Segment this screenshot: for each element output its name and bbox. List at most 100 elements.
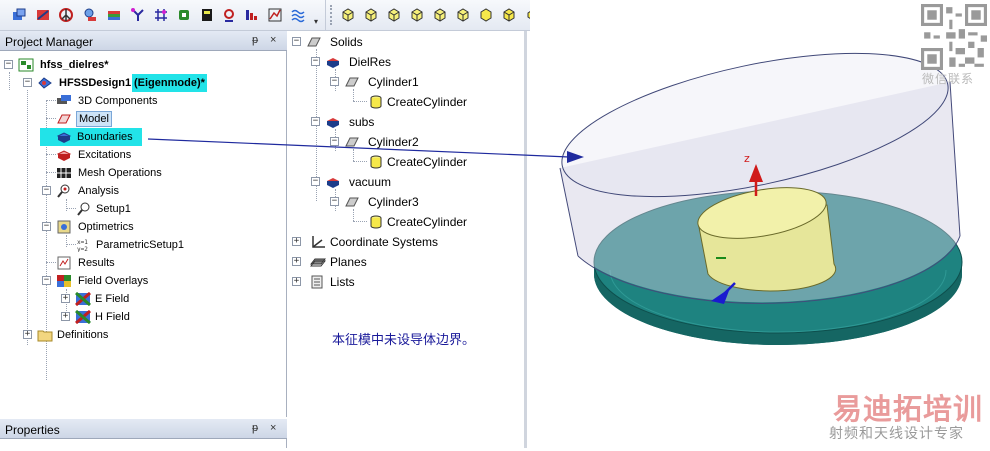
wechat-label: 微信联系 [922,72,975,86]
chart-icon[interactable] [267,7,283,23]
draw-box-icon[interactable] [11,7,27,23]
solid-object-icon [344,75,360,89]
view-cube-6-icon[interactable] [455,7,471,23]
peace-icon[interactable] [58,7,74,23]
flag-icon[interactable] [106,7,122,23]
h-field-label: H Field [95,311,130,323]
folder-icon [37,328,53,342]
vacuum-label: vacuum [349,175,392,189]
toolbar-grip[interactable] [330,5,333,25]
model-tree-panel: − Solids − DielRes − Cylinder1 CreateCyl… [288,31,527,448]
view-cube-5-icon[interactable] [432,7,448,23]
collapse-icon[interactable]: − [330,197,339,206]
expand-icon[interactable]: + [292,257,301,266]
optimetrics-icon [56,220,72,234]
solids-icon [306,35,322,49]
view-cube-7-icon[interactable] [478,7,494,23]
view-cube-2-icon[interactable] [363,7,379,23]
view-cube-8-icon[interactable] [501,7,517,23]
hfss-icon[interactable] [244,7,260,23]
project-icon [18,58,34,72]
expand-icon[interactable]: + [292,277,301,286]
setup-label: Setup1 [96,203,131,215]
analysis-label: Analysis [78,185,119,197]
components-icon [56,94,72,108]
properties-panel [0,439,287,448]
pin-icon[interactable]: ᵽ [252,34,258,46]
results-label: Results [78,257,115,269]
properties-title-bar: Properties ᵽ × [0,419,287,439]
cylinder-icon [368,95,384,109]
pin-icon[interactable]: ᵽ [252,422,258,434]
collapse-icon[interactable]: − [330,77,339,86]
collapse-icon[interactable]: − [4,60,13,69]
expand-icon[interactable]: + [292,237,301,246]
solids-label: Solids [330,35,363,49]
axis-z-label: z [744,152,750,165]
zoom-icon[interactable] [82,7,98,23]
field-icon[interactable] [290,7,306,23]
watermark-logo: 易迪拓培训 [833,392,984,426]
parametric-label: ParametricSetup1 [96,239,185,251]
calc-icon[interactable] [199,7,215,23]
collapse-icon[interactable]: − [42,222,51,231]
design-mode-label: (Eigenmode)* [132,74,207,92]
planes-label: Planes [330,255,367,269]
create-cylinder-label: CreateCylinder [387,155,468,169]
coordinate-systems-label: Coordinate Systems [330,235,439,249]
model-label: Model [76,111,112,127]
boundaries-icon [56,130,72,144]
collapse-icon[interactable]: − [42,276,51,285]
project-manager-title-bar: Project Manager ᵽ × [0,31,287,51]
expand-icon[interactable]: + [61,294,70,303]
close-icon[interactable]: × [270,34,276,46]
collapse-icon[interactable]: − [330,137,339,146]
expand-icon[interactable]: + [23,330,32,339]
results-icon [56,256,72,270]
collapse-icon[interactable]: − [311,177,320,186]
cylinder2-label: Cylinder2 [368,135,419,149]
close-icon[interactable]: × [270,422,276,434]
project-manager-title: Project Manager [5,35,94,49]
boundaries-label: Boundaries [77,131,133,143]
tree-boundaries[interactable]: Boundaries [40,128,142,146]
toolbar-overflow-icon[interactable]: ▾ [314,17,318,26]
cylinder3-label: Cylinder3 [368,195,419,209]
view-cube-1-icon[interactable] [340,7,356,23]
lists-label: Lists [330,275,355,289]
view-cube-4-icon[interactable] [409,7,425,23]
draw-line-icon[interactable] [35,7,51,23]
create-cylinder-label: CreateCylinder [387,215,468,229]
material-group-icon [325,175,341,189]
solid-object-icon [344,195,360,209]
h-field-icon [75,310,91,324]
setup-icon [76,202,92,216]
cylinder-icon [368,215,384,229]
model-icon [56,112,72,126]
field-overlays-label: Field Overlays [78,275,149,287]
collapse-icon[interactable]: − [42,186,51,195]
excitations-label: Excitations [78,149,132,161]
collapse-icon[interactable]: − [292,37,301,46]
node-icon[interactable] [176,7,192,23]
toolbar-left: ▾ [0,0,325,31]
collapse-icon[interactable]: − [311,117,320,126]
collapse-icon[interactable]: − [23,78,32,87]
design-name: HFSSDesign1 [59,77,132,89]
annotation-note: 本征模中未设导体边界。 [332,333,476,348]
properties-title: Properties [5,423,60,437]
qr-code [921,4,987,70]
solid-object-icon [344,135,360,149]
cylinder-icon [368,155,384,169]
expand-icon[interactable]: + [61,312,70,321]
material-icon[interactable] [221,7,237,23]
snap-icon[interactable] [130,7,146,23]
optimetrics-label: Optimetrics [78,221,134,233]
collapse-icon[interactable]: − [311,57,320,66]
planes-icon [310,255,326,269]
excitations-icon [56,148,72,162]
view-cube-3-icon[interactable] [386,7,402,23]
lists-icon [310,275,326,289]
parametric-icon: x=1 y=2 [76,238,92,252]
snap-grid-icon[interactable] [153,7,169,23]
